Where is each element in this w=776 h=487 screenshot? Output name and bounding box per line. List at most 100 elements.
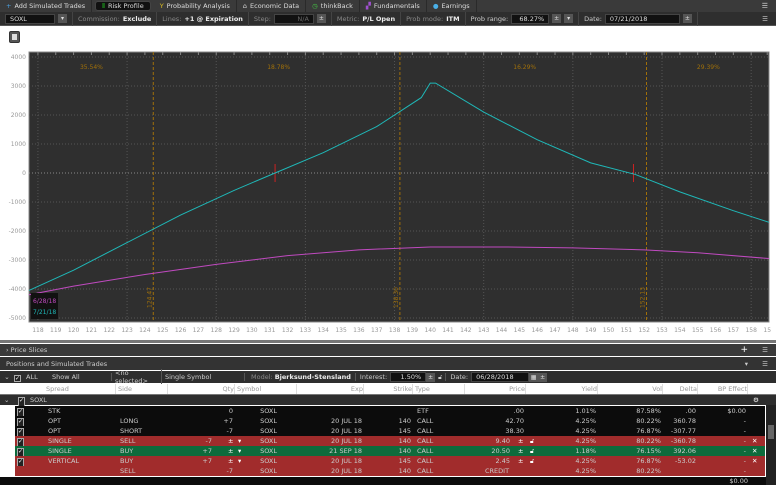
cell-qty[interactable]: -7 — [172, 436, 212, 446]
cell-type[interactable]: CALL — [417, 456, 463, 466]
qty-spinner[interactable]: ± — [228, 446, 233, 456]
qty-dropdown[interactable]: ▾ — [238, 436, 241, 446]
lock-icon[interactable]: 🔓︎ — [435, 373, 445, 382]
cell-side[interactable]: BUY — [120, 446, 166, 456]
toolbar-thinkback[interactable]: ◷ thinkBack — [306, 0, 360, 12]
position-row[interactable]: ✓ SINGLE BUY +7 SOXL 21 SEP 18 140 CALL 20.50 1.1… — [15, 446, 765, 458]
column-header-strike[interactable]: Strike — [365, 384, 413, 394]
prob-range-spinner[interactable]: ± — [552, 14, 562, 23]
lock-icon[interactable]: 🔓︎ — [530, 446, 534, 456]
price-spinner[interactable]: ± — [518, 446, 523, 456]
column-header-price[interactable]: Price — [468, 384, 526, 394]
date-spinner[interactable]: ± — [682, 14, 692, 23]
symbol-mode-select[interactable]: Single Symbol — [162, 373, 245, 381]
remove-icon[interactable]: ✕ — [752, 446, 757, 456]
qty-spinner[interactable]: ± — [228, 436, 233, 446]
position-row[interactable]: SELL -7 SOXL 20 JUL 18 140 CALL CREDIT 4.25% 80.… — [15, 466, 765, 476]
step-input[interactable]: N/A — [273, 13, 314, 24]
splitter[interactable] — [0, 340, 776, 343]
gear-icon[interactable]: ⚙ — [753, 395, 759, 405]
cell-type[interactable]: CALL — [417, 436, 463, 446]
all-checkbox[interactable]: ✓ — [14, 375, 21, 382]
model-select[interactable]: Bjerksund-Stensland — [273, 373, 356, 381]
cell-exp[interactable]: 20 JUL 18 — [300, 456, 362, 466]
column-header-side[interactable]: Side — [118, 384, 168, 394]
date-spinner[interactable]: ± — [538, 372, 548, 382]
position-row[interactable]: ✓ SINGLE SELL -7 SOXL 20 JUL 18 140 CALL 9.40 4.2… — [15, 436, 765, 448]
chevron-down-icon[interactable]: ⌄ — [0, 373, 14, 381]
prob-range-input[interactable]: 68.27% — [511, 13, 550, 24]
calendar-icon[interactable]: ▦ — [529, 372, 539, 382]
column-header-type[interactable]: Type — [415, 384, 465, 394]
remove-icon[interactable]: ✕ — [752, 436, 757, 446]
position-row[interactable]: ✓ STK 0 SOXL ETF .00 1.01% 87.58% .00 $0.00 — [15, 406, 765, 418]
toolbar-fundamentals[interactable]: ▞ Fundamentals — [360, 0, 427, 12]
cell-strike[interactable]: 140 — [367, 446, 411, 456]
price-slices-header[interactable]: › Price Slices + ☰ — [0, 344, 776, 356]
qty-spinner[interactable]: ± — [228, 456, 233, 466]
toolbar-add-simulated-trades[interactable]: + Add Simulated Trades — [0, 0, 93, 12]
column-header-exp[interactable]: Exp — [298, 384, 364, 394]
position-row[interactable]: ✓ OPT SHORT -7 SOXL 20 JUL 18 145 CALL 38.30 4.25… — [15, 426, 765, 438]
column-header-yield[interactable]: Yield — [542, 384, 598, 394]
position-date-input[interactable]: 06/28/2018 — [471, 372, 530, 382]
cell-price[interactable]: 20.50 — [470, 446, 510, 456]
toolbar-economic-data[interactable]: ⌂ Economic Data — [237, 0, 307, 12]
lock-icon[interactable]: 🔓︎ — [530, 456, 534, 466]
interest-spinner[interactable]: ± — [426, 372, 436, 382]
cell-spread: SINGLE — [48, 437, 72, 445]
column-header-bp-effect[interactable]: BP Effect — [700, 384, 748, 394]
prob-range-dropdown[interactable]: ▾ — [564, 14, 574, 23]
position-row[interactable]: ✓ OPT LONG +7 SOXL 20 JUL 18 140 CALL 42.70 4.25%… — [15, 416, 765, 428]
qty-dropdown[interactable]: ▾ — [238, 456, 241, 466]
scrollbar[interactable] — [766, 405, 776, 485]
cell-side[interactable]: SELL — [120, 436, 166, 446]
date-input[interactable]: 07/21/2018 — [604, 13, 680, 24]
menu-icon[interactable]: ☰ — [762, 346, 768, 354]
step-spinner[interactable]: ± — [316, 14, 326, 23]
lines-setting[interactable]: Lines: +1 @ Expiration — [157, 11, 249, 26]
cell-strike[interactable]: 145 — [367, 456, 411, 466]
chart-settings-icon[interactable] — [9, 31, 20, 43]
remove-icon[interactable]: ✕ — [752, 456, 757, 466]
cell-side[interactable]: BUY — [120, 456, 166, 466]
cell-exp[interactable]: 20 JUL 18 — [300, 436, 362, 446]
price-spinner[interactable]: ± — [518, 456, 523, 466]
toolbar-earnings[interactable]: ● Earnings — [427, 0, 477, 12]
column-header-symbol[interactable]: Symbol — [237, 384, 297, 394]
menu-icon[interactable]: ☰ — [762, 360, 768, 368]
column-header-delta[interactable]: Delta — [665, 384, 698, 394]
prob-mode-setting[interactable]: Prob mode: ITM — [401, 11, 466, 26]
group-checkbox[interactable]: ✓ — [18, 396, 25, 407]
y-tick-label: -1000 — [9, 199, 27, 206]
column-header-vol[interactable]: Vol — [600, 384, 663, 394]
chevron-down-icon[interactable]: ⌄ — [4, 395, 9, 405]
cell-type[interactable]: CALL — [417, 446, 463, 456]
cell-price[interactable]: 9.40 — [470, 436, 510, 446]
cell-exp[interactable]: 21 SEP 18 — [300, 446, 362, 456]
lock-icon[interactable]: 🔓︎ — [530, 436, 534, 446]
toolbar-probability-analysis[interactable]: Y Probability Analysis — [154, 0, 237, 12]
cell-price[interactable]: 2.45 — [470, 456, 510, 466]
column-header-spread[interactable]: Spread — [46, 384, 116, 394]
menu-icon[interactable]: ☰ — [762, 15, 776, 23]
symbol-select[interactable]: SOXL — [5, 13, 55, 24]
cell-qty[interactable]: +7 — [172, 456, 212, 466]
selected-filter[interactable]: <no selected> — [112, 369, 162, 385]
qty-dropdown[interactable]: ▾ — [238, 446, 241, 456]
dropdown-arrow-icon[interactable]: ▾ — [58, 14, 67, 23]
price-spinner[interactable]: ± — [518, 436, 523, 446]
metric-setting[interactable]: Metric: P/L Open — [332, 11, 402, 26]
menu-icon[interactable]: ☰ — [762, 2, 776, 10]
cell-qty[interactable]: +7 — [172, 446, 212, 456]
interest-input[interactable]: 1.50% — [390, 372, 427, 382]
toolbar-risk-profile[interactable]: ⫴ Risk Profile — [95, 1, 151, 11]
commission-setting[interactable]: Commission: Exclude — [73, 11, 158, 26]
add-icon[interactable]: + — [740, 345, 748, 355]
column-header-qty[interactable]: Qty — [170, 384, 235, 394]
show-filter[interactable]: Show All — [49, 373, 112, 381]
collapse-icon[interactable]: ▾ — [745, 360, 748, 368]
group-row-soxl[interactable]: ⌄ ✓ SOXL ⚙ — [0, 394, 776, 407]
cell-strike[interactable]: 140 — [367, 436, 411, 446]
position-row[interactable]: ✓ VERTICAL BUY +7 SOXL 20 JUL 18 145 CALL 2.45 4.… — [15, 456, 765, 468]
